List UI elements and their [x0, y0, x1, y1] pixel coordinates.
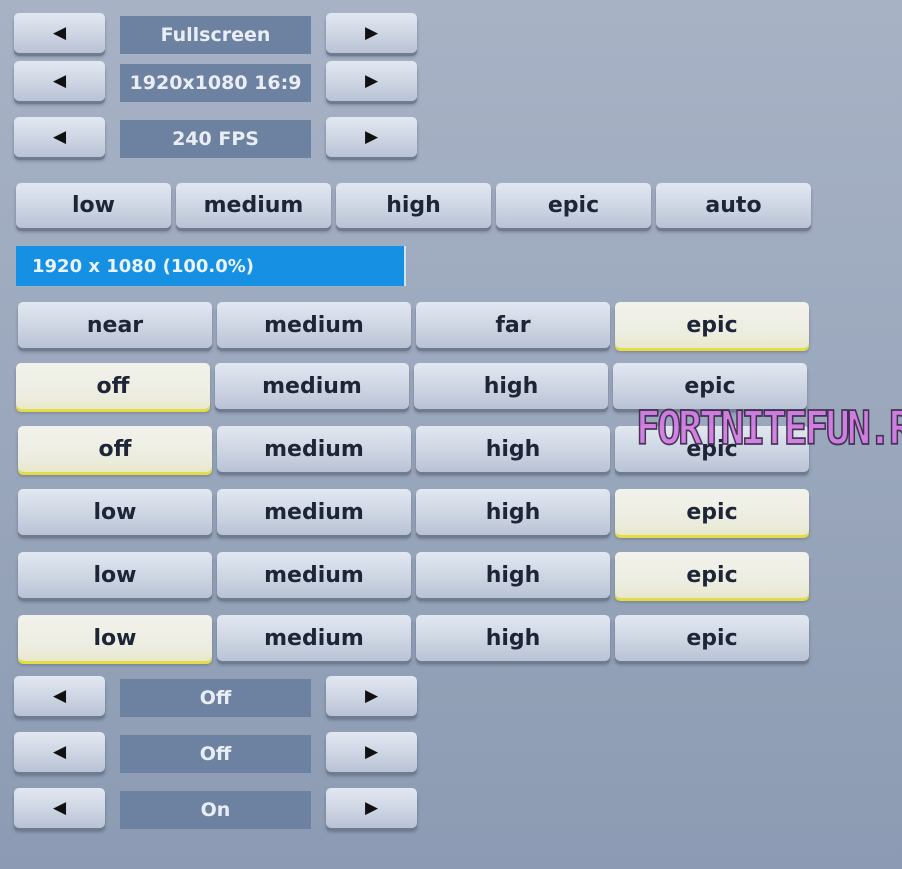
triangle-right-icon: ▶	[364, 127, 379, 147]
option-off-button[interactable]: off	[18, 426, 212, 472]
triangle-right-icon: ▶	[364, 23, 379, 43]
option-medium-button[interactable]: medium	[217, 302, 411, 348]
option-epic-button[interactable]: epic	[615, 615, 809, 661]
triangle-right-icon: ▶	[364, 742, 379, 762]
next-button[interactable]: ▶	[326, 676, 417, 716]
triangle-right-icon: ▶	[364, 71, 379, 91]
option-epic-button[interactable]: epic	[615, 302, 809, 348]
triangle-left-icon: ◀	[52, 23, 67, 43]
option-medium-button[interactable]: medium	[217, 489, 411, 535]
option-off-button[interactable]: off	[16, 363, 210, 409]
triangle-right-icon: ▶	[364, 686, 379, 706]
option-medium-button[interactable]: medium	[217, 615, 411, 661]
option-low-button[interactable]: low	[18, 615, 212, 661]
previous-button[interactable]: ◀	[14, 117, 105, 157]
setting-value: Off	[120, 679, 311, 717]
option-low-button[interactable]: low	[18, 489, 212, 535]
previous-button[interactable]: ◀	[14, 676, 105, 716]
option-high-button[interactable]: high	[416, 615, 610, 661]
next-button[interactable]: ▶	[326, 732, 417, 772]
next-button[interactable]: ▶	[326, 13, 417, 53]
next-button[interactable]: ▶	[326, 61, 417, 101]
option-epic-button[interactable]: epic	[615, 426, 809, 472]
setting-value: Fullscreen	[120, 16, 311, 54]
preset-low-button[interactable]: low	[16, 183, 171, 228]
triangle-left-icon: ◀	[52, 798, 67, 818]
option-high-button[interactable]: high	[416, 426, 610, 472]
option-medium-button[interactable]: medium	[217, 552, 411, 598]
next-button[interactable]: ▶	[326, 788, 417, 828]
triangle-left-icon: ◀	[52, 686, 67, 706]
previous-button[interactable]: ◀	[14, 732, 105, 772]
option-medium-button[interactable]: medium	[217, 426, 411, 472]
setting-value: 1920x1080 16:9	[120, 64, 311, 102]
triangle-left-icon: ◀	[52, 71, 67, 91]
preset-epic-button[interactable]: epic	[496, 183, 651, 228]
preset-auto-button[interactable]: auto	[656, 183, 811, 228]
option-high-button[interactable]: high	[416, 552, 610, 598]
previous-button[interactable]: ◀	[14, 788, 105, 828]
preset-high-button[interactable]: high	[336, 183, 491, 228]
option-near-button[interactable]: near	[18, 302, 212, 348]
preset-medium-button[interactable]: medium	[176, 183, 331, 228]
option-medium-button[interactable]: medium	[215, 363, 409, 409]
setting-value: Off	[120, 735, 311, 773]
next-button[interactable]: ▶	[326, 117, 417, 157]
option-epic-button[interactable]: epic	[613, 363, 807, 409]
setting-value: 240 FPS	[120, 120, 311, 158]
option-high-button[interactable]: high	[416, 489, 610, 535]
triangle-left-icon: ◀	[52, 742, 67, 762]
option-epic-button[interactable]: epic	[615, 489, 809, 535]
option-far-button[interactable]: far	[416, 302, 610, 348]
option-high-button[interactable]: high	[414, 363, 608, 409]
triangle-left-icon: ◀	[52, 127, 67, 147]
resolution-label: 1920 x 1080 (100.0%)	[32, 255, 255, 277]
triangle-right-icon: ▶	[364, 798, 379, 818]
previous-button[interactable]: ◀	[14, 61, 105, 101]
setting-value: On	[120, 791, 311, 829]
resolution-slider[interactable]: 1920 x 1080 (100.0%)	[16, 246, 406, 286]
option-low-button[interactable]: low	[18, 552, 212, 598]
option-epic-button[interactable]: epic	[615, 552, 809, 598]
previous-button[interactable]: ◀	[14, 13, 105, 53]
